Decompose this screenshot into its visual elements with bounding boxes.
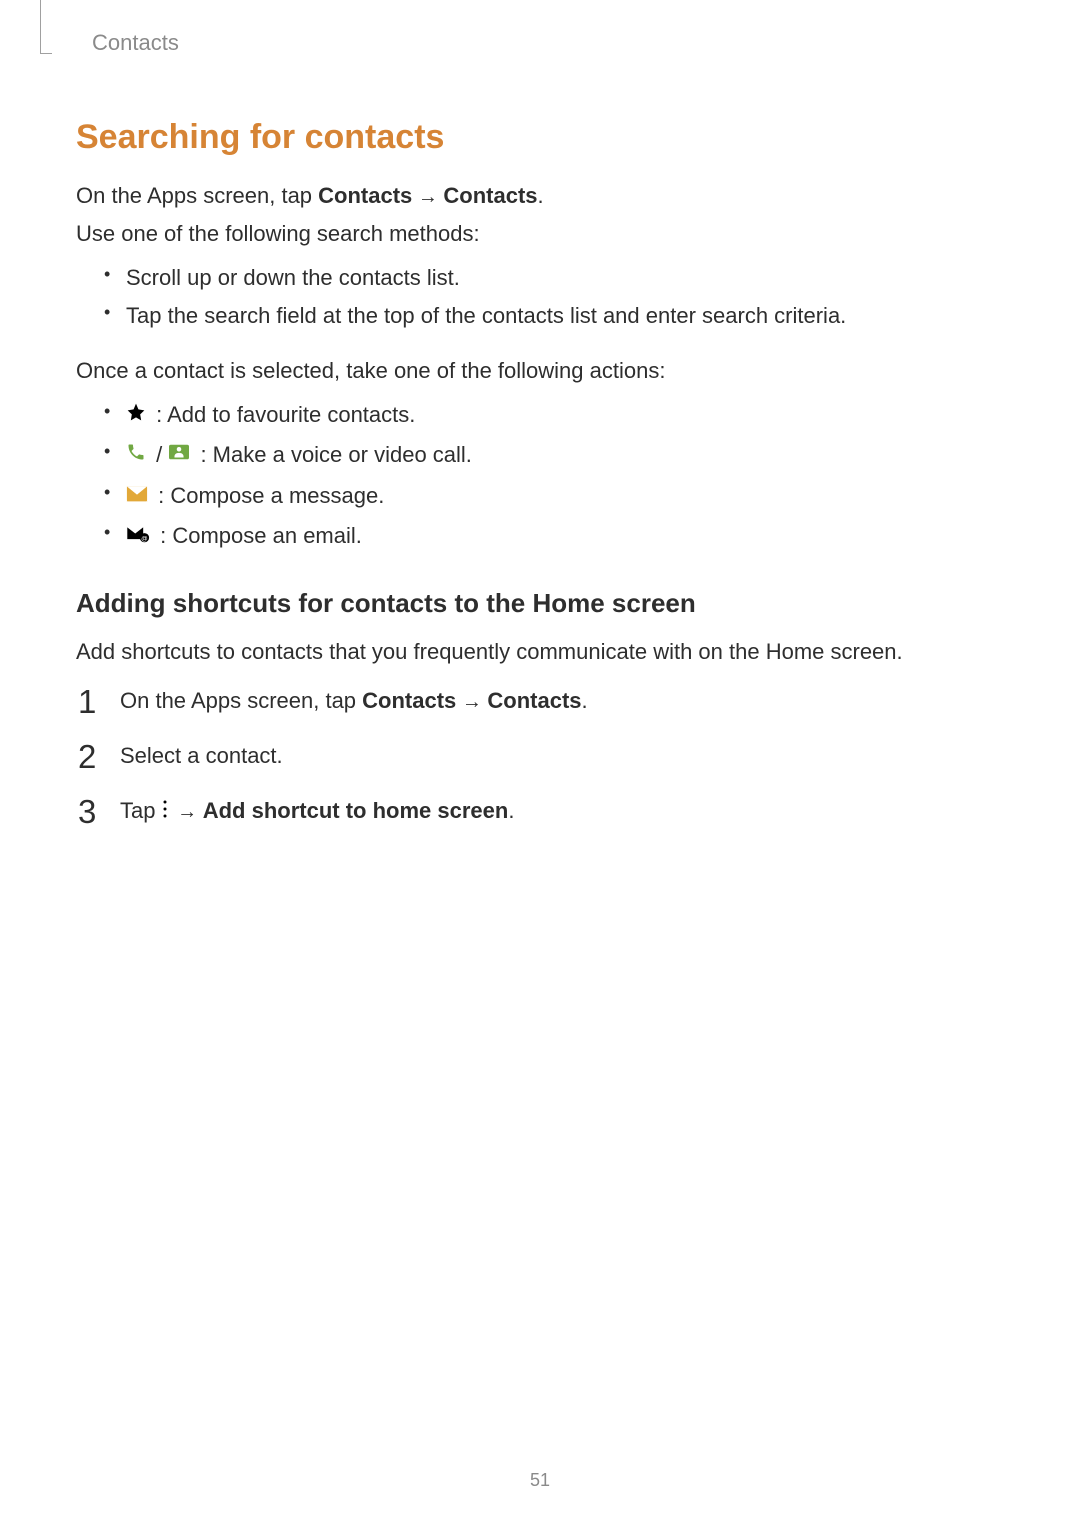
list-item: / : Make a voice or video call. — [104, 436, 1004, 476]
actions-intro: Once a contact is selected, take one of … — [76, 354, 1004, 388]
list-item: @ : Compose an email. — [104, 517, 1004, 557]
intro-line-1: On the Apps screen, tap Contacts → Conta… — [76, 179, 1004, 213]
step-item: 2 Select a contact. — [76, 738, 1004, 773]
video-call-icon — [168, 436, 190, 473]
list-item: Tap the search field at the top of the c… — [104, 297, 1004, 334]
bold-text: Add shortcut to home screen — [203, 798, 509, 823]
text: Tap — [120, 798, 162, 823]
subheading: Adding shortcuts for contacts to the Hom… — [76, 588, 1004, 619]
list-item: Scroll up or down the contacts list. — [104, 259, 1004, 296]
actions-list: : Add to favourite contacts. / : Make a … — [76, 396, 1004, 558]
text: / — [150, 442, 168, 467]
text: . — [508, 798, 514, 823]
phone-icon — [126, 436, 146, 473]
bold-text: Contacts — [443, 183, 537, 208]
bold-text: Contacts — [362, 688, 456, 713]
message-icon — [126, 477, 148, 514]
breadcrumb: Contacts — [92, 30, 179, 56]
step-number: 3 — [78, 786, 96, 839]
step-number: 1 — [78, 676, 96, 729]
svg-text:@: @ — [141, 536, 148, 543]
text: : Make a voice or video call. — [194, 442, 472, 467]
list-item: : Compose a message. — [104, 477, 1004, 517]
document-page: Contacts Searching for contacts On the A… — [0, 0, 1080, 1527]
sub-intro: Add shortcuts to contacts that you frequ… — [76, 635, 1004, 669]
methods-list: Scroll up or down the contacts list. Tap… — [76, 259, 1004, 334]
intro-line-2: Use one of the following search methods: — [76, 217, 1004, 251]
text: : Compose a message. — [152, 483, 384, 508]
star-icon — [126, 396, 146, 433]
section-title: Searching for contacts — [76, 118, 1004, 157]
content-area: Searching for contacts On the Apps scree… — [76, 38, 1004, 831]
arrow-text: → — [456, 691, 487, 713]
email-icon: @ — [126, 517, 150, 554]
text: On the Apps screen, tap — [76, 183, 318, 208]
text: . — [538, 183, 544, 208]
header-tab-line — [40, 0, 52, 54]
list-item: : Add to favourite contacts. — [104, 396, 1004, 436]
text: Select a contact. — [120, 743, 283, 768]
step-item: 3 Tap → Add shortcut to home screen. — [76, 793, 1004, 831]
step-item: 1 On the Apps screen, tap Contacts → Con… — [76, 683, 1004, 718]
bold-text: Contacts — [318, 183, 412, 208]
more-options-icon — [162, 793, 168, 828]
bold-text: Contacts — [487, 688, 581, 713]
text: . — [582, 688, 588, 713]
text: On the Apps screen, tap — [120, 688, 362, 713]
steps-list: 1 On the Apps screen, tap Contacts → Con… — [76, 683, 1004, 832]
arrow-text: → — [172, 801, 203, 823]
text: : Compose an email. — [154, 523, 362, 548]
arrow-text: → — [412, 186, 443, 208]
page-number: 51 — [0, 1470, 1080, 1491]
text: : Add to favourite contacts. — [150, 402, 415, 427]
step-number: 2 — [78, 731, 96, 784]
